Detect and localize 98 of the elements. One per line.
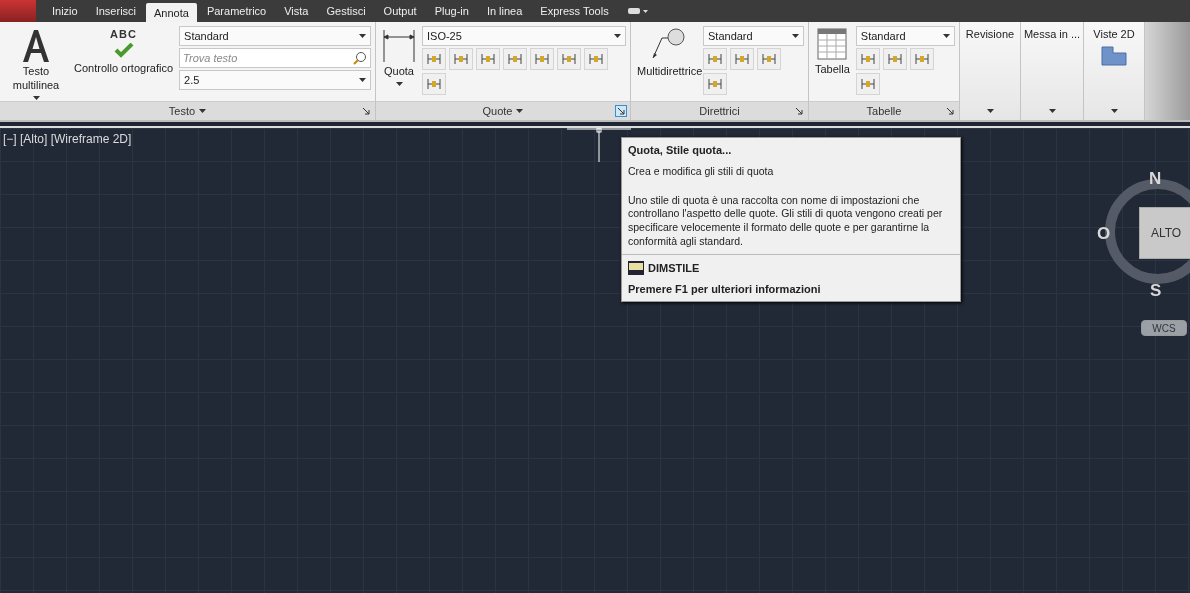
command-name: DIMSTILE [648,262,700,275]
caret-icon [1048,109,1056,113]
ribbon-tab[interactable]: Plug-in [426,0,477,22]
tool-button[interactable] [730,48,754,70]
folder-icon [1101,46,1127,66]
caret-icon [943,34,950,38]
tool-icon [859,77,876,91]
caret-icon [199,109,207,113]
tool-button[interactable] [422,48,446,70]
tool-button[interactable] [530,48,554,70]
dimension-icon [382,28,416,62]
style-dropdown[interactable]: ISO-25 [422,26,626,46]
toggle-icon [626,7,649,15]
tool-icon [480,52,496,66]
tool-button[interactable] [476,48,500,70]
compass-south: S [1150,281,1162,301]
help-hint: Premere F1 per ulteriori informazioni [628,283,822,296]
search-field[interactable]: Trova testo [179,48,371,68]
tool-icon [761,52,777,66]
application-menu-button[interactable] [0,0,36,22]
viewcube-face[interactable]: ALTO [1139,207,1190,259]
ribbon-tab[interactable]: Annota [146,3,197,22]
tool-icon [913,52,930,66]
compass-west: O [1097,224,1111,244]
tool-button[interactable] [855,48,880,70]
tool-button[interactable] [584,48,608,70]
tooltip-subtitle: Crea e modifica gli stili di quota [628,165,775,179]
tool-icon [707,52,723,66]
tool-icon [734,52,750,66]
compass-north: N [1149,169,1162,189]
tool-icon [534,52,550,66]
ribbon-button[interactable]: Tabella [813,26,852,79]
caret-icon [516,109,524,113]
launcher-arrow-icon [946,107,954,115]
tool-icon [561,52,577,66]
caret-icon [359,34,366,38]
tool-icon [426,52,442,66]
viewport-label[interactable]: [−] [Alto] [Wireframe 2D] [3,132,132,146]
caret-icon [792,34,799,38]
ribbon-tab[interactable]: In linea [478,0,531,22]
caret-icon [614,34,621,38]
tool-icon [707,77,723,91]
icon-letters: ABC [110,28,137,40]
ucs-menu-button[interactable]: WCS [1141,320,1187,336]
style-dropdown[interactable]: Standard [703,26,804,46]
search-icon [353,51,367,65]
ribbon-tab[interactable]: Express Tools [532,0,617,22]
panel-title[interactable]: Messa in ... [1023,28,1081,40]
ribbon-button[interactable]: Testo multilinea [4,26,68,102]
tool-icon [588,52,604,66]
ribbon-button[interactable]: ABC Controllo ortografico [72,26,176,78]
tool-icon [859,52,876,66]
caret-icon [1110,109,1118,113]
panel-title[interactable]: Quote [482,105,524,117]
ribbon-tab[interactable]: Inizio [44,0,86,22]
tool-button[interactable] [503,48,527,70]
caret-icon [986,109,994,113]
command-icon [628,261,644,276]
ribbon-tab[interactable]: Output [375,0,425,22]
ribbon-tab[interactable]: Parametrico [198,0,275,22]
dialog-launcher-button[interactable] [360,105,372,117]
tool-button[interactable] [703,73,727,95]
dialog-launcher-button[interactable] [793,105,805,117]
ribbon-tab[interactable]: Vista [276,0,317,22]
style-dropdown[interactable]: 2.5 [179,70,371,90]
caret-icon [359,78,366,82]
table-icon [817,28,848,60]
launcher-arrow-icon [795,107,803,115]
tooltip-description: Uno stile di quota è una raccolta con nome di impostazioni che controllano l'aspetto delle quote. Gli stili di quota vengono creati per specificare velocemente il formato delle quote e per garantirne la conformità agli standard. [628,193,944,249]
tool-icon [886,52,903,66]
panel-title[interactable]: Tabelle [866,105,902,117]
tool-icon [426,77,442,91]
tooltip-title: Quota, Stile quota... [628,144,733,156]
style-dropdown[interactable]: Standard [179,26,371,46]
tool-button[interactable] [449,48,473,70]
dialog-launcher-button[interactable] [615,105,627,117]
ribbon-button[interactable]: Quota [380,26,418,88]
panel-title[interactable]: Testo [168,105,207,117]
launcher-arrow-icon [362,107,370,115]
dialog-launcher-button[interactable] [944,105,956,117]
tool-button[interactable] [882,48,907,70]
panel-title[interactable]: Viste 2D [1093,28,1135,40]
tool-button[interactable] [703,48,727,70]
launcher-arrow-icon [617,107,625,115]
tool-button[interactable] [557,48,581,70]
tool-button[interactable] [855,73,880,95]
tool-button[interactable] [909,48,934,70]
panel-title[interactable]: Direttrici [699,105,740,117]
tool-button[interactable] [757,48,781,70]
style-dropdown[interactable]: Standard [855,26,955,46]
letter-icon [21,28,51,62]
caret-icon [395,81,403,86]
tool-icon [507,52,523,66]
ribbon-tab[interactable]: Inserisci [87,0,145,22]
ribbon-tab[interactable]: Gestisci [318,0,374,22]
tool-button[interactable] [422,73,446,95]
panel-title[interactable]: Revisione [965,28,1015,40]
tool-icon [453,52,469,66]
